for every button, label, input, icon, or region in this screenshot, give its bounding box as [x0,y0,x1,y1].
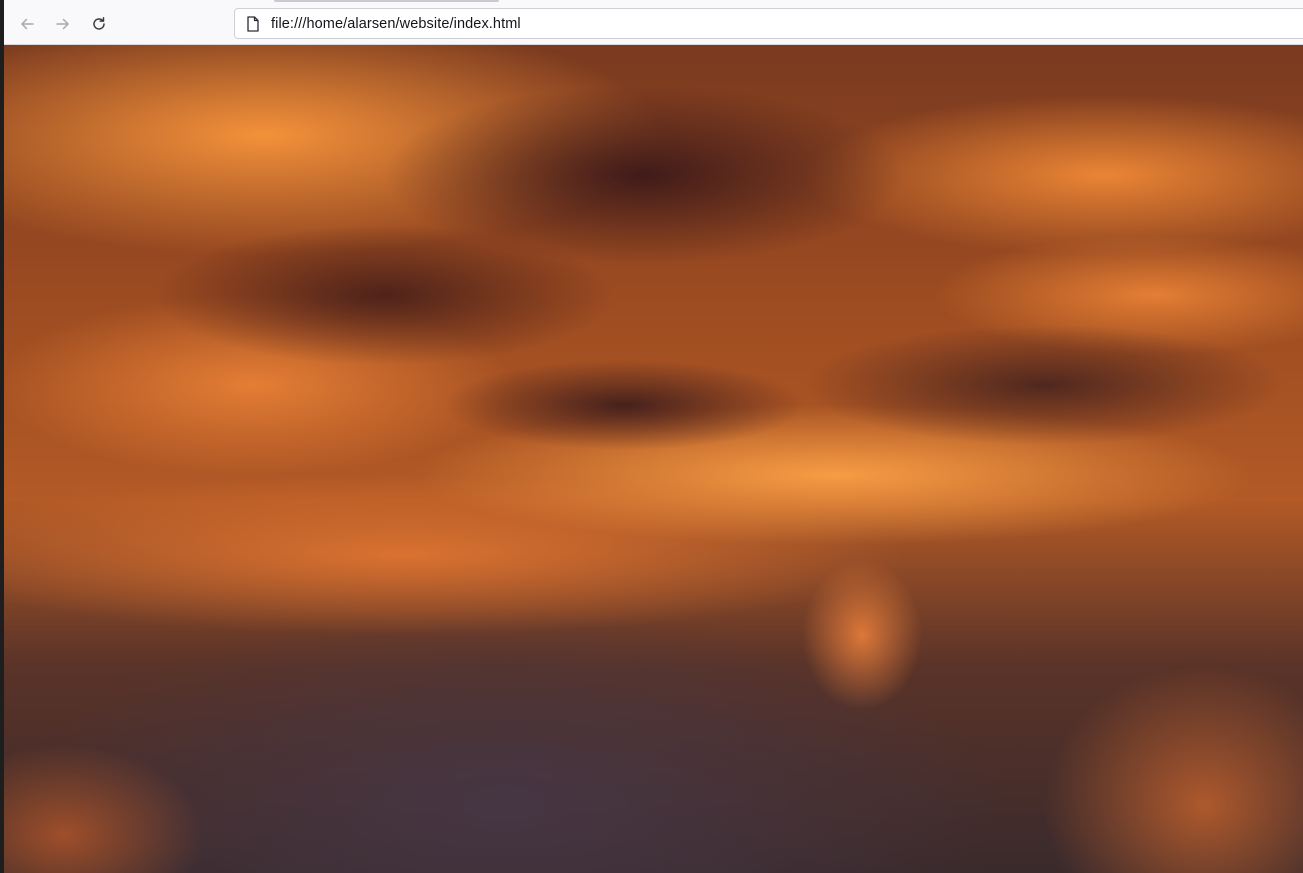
browser-toolbar: file:///home/alarsen/website/index.html [4,0,1303,45]
arrow-right-icon [55,16,71,32]
window-edge [0,0,4,873]
sunset-clouds-image [4,45,1303,873]
arrow-left-icon [19,16,35,32]
browser-window: file:///home/alarsen/website/index.html [0,0,1303,873]
reload-button[interactable] [84,9,114,39]
address-bar[interactable]: file:///home/alarsen/website/index.html [234,8,1303,39]
url-text[interactable]: file:///home/alarsen/website/index.html [271,16,521,32]
back-button[interactable] [12,9,42,39]
reload-icon [91,16,107,32]
active-tab-indicator[interactable] [274,0,499,2]
forward-button[interactable] [48,9,78,39]
document-icon [245,15,261,32]
